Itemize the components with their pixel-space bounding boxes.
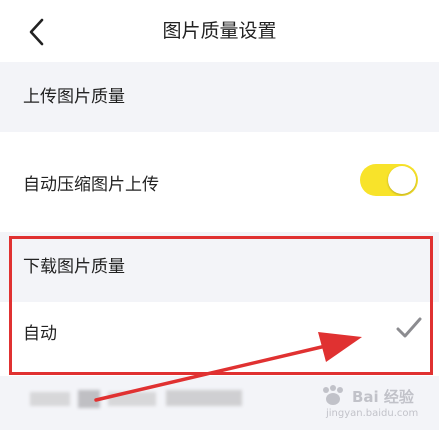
watermark-url: jingyan.baidu.com [326, 408, 419, 419]
download-option-label: 自动 [23, 324, 57, 344]
blurred-text [108, 392, 156, 406]
blurred-text [166, 390, 242, 406]
blurred-text [30, 392, 70, 406]
toggle-knob [388, 166, 416, 194]
download-option-auto[interactable]: 自动 [0, 302, 439, 376]
blurred-text [78, 390, 100, 408]
back-button[interactable] [20, 15, 56, 49]
screen: 图片质量设置 上传图片质量 自动压缩图片上传 下载图片质量 自动 Bai 经验 … [0, 0, 439, 430]
upload-section-header: 上传图片质量 [0, 62, 439, 132]
chevron-left-icon [29, 18, 44, 46]
auto-compress-label: 自动压缩图片上传 [23, 175, 159, 195]
paw-icon [323, 385, 343, 405]
check-icon [396, 317, 422, 338]
top-bar: 图片质量设置 [0, 0, 439, 62]
download-section-header: 下载图片质量 [0, 232, 439, 302]
page-title: 图片质量设置 [162, 20, 277, 42]
baidu-jingyan-watermark: Bai 经验 jingyan.baidu.com [318, 384, 428, 424]
watermark-brand: Bai 经验 [352, 388, 414, 406]
download-section-title: 下载图片质量 [23, 257, 125, 277]
auto-compress-toggle[interactable] [360, 164, 418, 196]
upload-section-title: 上传图片质量 [23, 87, 125, 107]
